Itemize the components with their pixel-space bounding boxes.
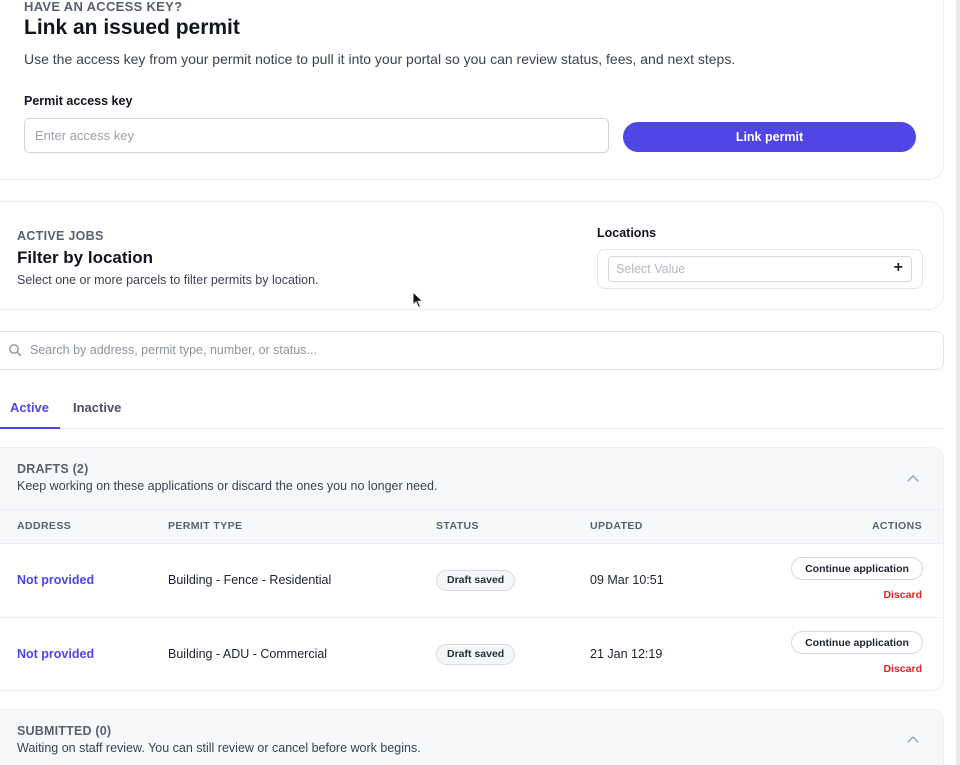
column-header-status: STATUS: [436, 520, 479, 532]
row-address-link[interactable]: Not provided: [17, 647, 94, 661]
row-updated: 21 Jan 12:19: [590, 647, 663, 661]
column-header-actions: ACTIONS: [871, 520, 922, 532]
collapse-submitted-chevron-icon[interactable]: [906, 732, 920, 746]
filter-title: Filter by location: [17, 248, 154, 267]
row-permit-type: Building - Fence - Residential: [168, 573, 332, 587]
submitted-subtitle: Waiting on staff review. You can still r…: [17, 741, 421, 755]
row-permit-type: Building - ADU - Commercial: [168, 647, 328, 661]
row-address-link[interactable]: Not provided: [17, 573, 94, 587]
status-badge: Draft saved: [436, 570, 516, 591]
link-permit-description: Use the access key from your permit noti…: [24, 51, 736, 67]
active-tab-indicator: [0, 427, 60, 429]
submitted-title: SUBMITTED (0): [17, 724, 112, 738]
continue-application-button[interactable]: Continue application: [791, 557, 923, 580]
row-divider: [0, 617, 944, 618]
page-scrollbar[interactable]: [956, 0, 960, 765]
collapse-drafts-chevron-icon[interactable]: [906, 471, 920, 485]
discard-button[interactable]: Discard: [883, 663, 922, 675]
search-icon: [9, 344, 22, 357]
tab-active[interactable]: Active: [10, 400, 49, 415]
link-permit-title: Link an issued permit: [24, 16, 240, 39]
locations-label: Locations: [597, 226, 657, 240]
add-location-icon[interactable]: +: [894, 259, 903, 277]
search-input[interactable]: [30, 340, 910, 360]
column-header-address: ADDRESS: [17, 520, 72, 532]
filter-description: Select one or more parcels to filter per…: [17, 273, 319, 287]
row-updated: 09 Mar 10:51: [590, 573, 664, 587]
link-permit-button[interactable]: Link permit: [623, 122, 916, 152]
drafts-subtitle: Keep working on these applications or di…: [17, 479, 438, 493]
access-key-input[interactable]: [24, 118, 609, 153]
active-jobs-eyebrow: ACTIVE JOBS: [17, 229, 104, 243]
drafts-header-divider: [0, 509, 944, 510]
column-header-permit-type: PERMIT TYPE: [168, 520, 243, 532]
table-header-divider: [0, 543, 944, 544]
submitted-section: [0, 709, 944, 765]
mouse-cursor-icon: [412, 291, 424, 309]
drafts-title: DRAFTS (2): [17, 462, 89, 476]
access-key-label: Permit access key: [24, 94, 133, 108]
discard-button[interactable]: Discard: [883, 589, 922, 601]
locations-select[interactable]: Select Value +: [608, 256, 912, 282]
tab-inactive[interactable]: Inactive: [73, 400, 121, 415]
status-badge: Draft saved: [436, 644, 516, 665]
column-header-updated: UPDATED: [590, 520, 643, 532]
continue-application-button[interactable]: Continue application: [791, 631, 923, 654]
tabs-divider: [0, 428, 944, 429]
locations-placeholder: Select Value: [616, 262, 686, 276]
link-permit-eyebrow: HAVE AN ACCESS KEY?: [24, 0, 183, 14]
